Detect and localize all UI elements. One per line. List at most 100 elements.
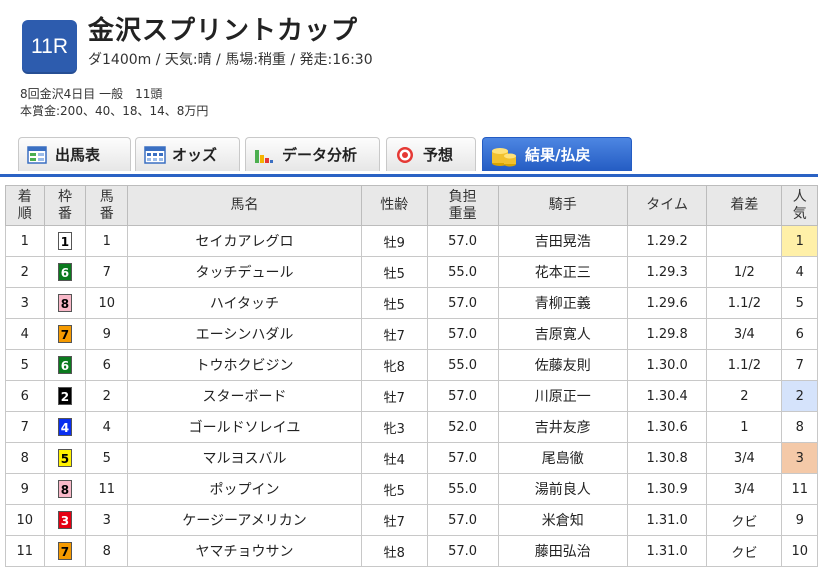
popularity-cell: 6 bbox=[781, 318, 818, 350]
horse-name-link[interactable]: ハイタッチ bbox=[127, 287, 362, 319]
umaban-cell: 1 bbox=[85, 225, 129, 257]
rank-cell: 1 bbox=[5, 225, 45, 257]
time-cell: 1.29.8 bbox=[626, 318, 708, 350]
waku-cell: 1 bbox=[43, 225, 87, 257]
waku-badge: 6 bbox=[57, 356, 72, 374]
weight-cell: 55.0 bbox=[426, 256, 499, 288]
waku-cell: 7 bbox=[43, 535, 87, 567]
tab-results-payouts[interactable]: 結果/払戻 bbox=[482, 137, 632, 171]
horse-name-link[interactable]: タッチデュール bbox=[127, 256, 362, 288]
rank-cell: 5 bbox=[5, 349, 45, 381]
time-cell: 1.29.2 bbox=[626, 225, 708, 257]
waku-cell: 8 bbox=[43, 473, 87, 505]
rank-cell: 11 bbox=[5, 535, 45, 567]
waku-badge: 2 bbox=[57, 387, 72, 405]
weight-cell: 52.0 bbox=[426, 411, 499, 443]
tab-entries[interactable]: 出馬表 bbox=[18, 137, 131, 171]
waku-cell: 4 bbox=[43, 411, 87, 443]
waku-cell: 8 bbox=[43, 287, 87, 319]
weight-cell: 55.0 bbox=[426, 473, 499, 505]
weight-cell: 57.0 bbox=[426, 380, 499, 412]
time-cell: 1.30.4 bbox=[626, 380, 708, 412]
horse-name-link[interactable]: ポップイン bbox=[127, 473, 362, 505]
table-row: 7 4 4 ゴールドソレイユ 牝3 52.0 吉井友彦 1.30.6 1 8 bbox=[5, 411, 818, 443]
table-row: 11 7 8 ヤマチョウサン 牡8 57.0 藤田弘治 1.31.0 クビ 10 bbox=[5, 535, 818, 567]
jockey-name-link[interactable]: 吉原寛人 bbox=[497, 318, 628, 350]
horse-name-link[interactable]: エーシンハダル bbox=[127, 318, 362, 350]
race-title: 金沢スプリントカップ bbox=[88, 16, 359, 46]
table-header-row: 着 順 枠 番 馬 番 馬名 性齢 負担 重量 騎手 タイム 着差 人 気 bbox=[5, 185, 818, 226]
popularity-cell: 8 bbox=[781, 411, 818, 443]
jockey-name-link[interactable]: 藤田弘治 bbox=[497, 535, 628, 567]
horse-name-link[interactable]: トウホクビジン bbox=[127, 349, 362, 381]
horse-name-link[interactable]: スターボード bbox=[127, 380, 362, 412]
popularity-cell: 1 bbox=[781, 225, 818, 257]
weight-cell: 57.0 bbox=[426, 287, 499, 319]
margin-cell: 1.1/2 bbox=[706, 349, 783, 381]
margin-cell: 1.1/2 bbox=[706, 287, 783, 319]
sexage-cell: 牡7 bbox=[360, 380, 428, 412]
tab-data-analysis[interactable]: データ分析 bbox=[245, 137, 380, 171]
horse-name-link[interactable]: マルヨスバル bbox=[127, 442, 362, 474]
table-row: 5 6 6 トウホクビジン 牝8 55.0 佐藤友則 1.30.0 1.1/2 7 bbox=[5, 349, 818, 381]
horse-name-link[interactable]: セイカアレグロ bbox=[127, 225, 362, 257]
header-weight: 負担 重量 bbox=[426, 185, 499, 226]
table-icon bbox=[27, 145, 47, 164]
horse-name-link[interactable]: ケージーアメリカン bbox=[127, 504, 362, 536]
jockey-name-link[interactable]: 花本正三 bbox=[497, 256, 628, 288]
umaban-cell: 7 bbox=[85, 256, 129, 288]
waku-cell: 5 bbox=[43, 442, 87, 474]
margin-cell: 3/4 bbox=[706, 473, 783, 505]
popularity-cell: 10 bbox=[781, 535, 818, 567]
header-waku: 枠 番 bbox=[43, 185, 87, 226]
header-umaban: 馬 番 bbox=[85, 185, 129, 226]
race-tabs: 出馬表 オッズ データ分析 予想 結果/払戻 bbox=[0, 137, 818, 177]
tab-label: 結果/払戻 bbox=[525, 146, 591, 164]
time-cell: 1.30.9 bbox=[626, 473, 708, 505]
weight-cell: 57.0 bbox=[426, 225, 499, 257]
tab-label: オッズ bbox=[172, 146, 218, 164]
bar-chart-icon bbox=[254, 146, 274, 164]
header-jockey: 騎手 bbox=[497, 185, 628, 226]
rank-cell: 9 bbox=[5, 473, 45, 505]
waku-badge: 7 bbox=[57, 542, 72, 560]
race-info: 8回金沢4日目 一般 11頭 本賞金:200、40、18、14、8万円 bbox=[20, 86, 208, 120]
sexage-cell: 牡9 bbox=[360, 225, 428, 257]
weight-cell: 57.0 bbox=[426, 535, 499, 567]
sexage-cell: 牡5 bbox=[360, 256, 428, 288]
table-row: 9 8 11 ポップイン 牝5 55.0 湯前良人 1.30.9 3/4 11 bbox=[5, 473, 818, 505]
race-number-badge: 11R bbox=[22, 20, 77, 74]
sexage-cell: 牝8 bbox=[360, 349, 428, 381]
umaban-cell: 5 bbox=[85, 442, 129, 474]
jockey-name-link[interactable]: 川原正一 bbox=[497, 380, 628, 412]
jockey-name-link[interactable]: 米倉知 bbox=[497, 504, 628, 536]
race-meeting-info: 8回金沢4日目 一般 11頭 bbox=[20, 87, 163, 101]
time-cell: 1.30.6 bbox=[626, 411, 708, 443]
horse-name-link[interactable]: ヤマチョウサン bbox=[127, 535, 362, 567]
margin-cell: 2 bbox=[706, 380, 783, 412]
waku-badge: 5 bbox=[57, 449, 72, 467]
umaban-cell: 4 bbox=[85, 411, 129, 443]
popularity-cell: 3 bbox=[781, 442, 818, 474]
rank-cell: 10 bbox=[5, 504, 45, 536]
jockey-name-link[interactable]: 湯前良人 bbox=[497, 473, 628, 505]
jockey-name-link[interactable]: 吉田晃浩 bbox=[497, 225, 628, 257]
jockey-name-link[interactable]: 尾島徹 bbox=[497, 442, 628, 474]
tab-odds[interactable]: オッズ bbox=[135, 137, 240, 171]
rank-cell: 8 bbox=[5, 442, 45, 474]
margin-cell: 3/4 bbox=[706, 318, 783, 350]
waku-badge: 3 bbox=[57, 511, 72, 529]
jockey-name-link[interactable]: 吉井友彦 bbox=[497, 411, 628, 443]
horse-name-link[interactable]: ゴールドソレイユ bbox=[127, 411, 362, 443]
time-cell: 1.30.0 bbox=[626, 349, 708, 381]
jockey-name-link[interactable]: 青柳正義 bbox=[497, 287, 628, 319]
popularity-cell: 5 bbox=[781, 287, 818, 319]
table-row: 10 3 3 ケージーアメリカン 牡7 57.0 米倉知 1.31.0 クビ 9 bbox=[5, 504, 818, 536]
table-row: 2 6 7 タッチデュール 牡5 55.0 花本正三 1.29.3 1/2 4 bbox=[5, 256, 818, 288]
sexage-cell: 牡5 bbox=[360, 287, 428, 319]
table-row: 4 7 9 エーシンハダル 牡7 57.0 吉原寛人 1.29.8 3/4 6 bbox=[5, 318, 818, 350]
tab-prediction[interactable]: 予想 bbox=[386, 137, 476, 171]
tab-label: データ分析 bbox=[282, 146, 358, 164]
waku-cell: 6 bbox=[43, 256, 87, 288]
jockey-name-link[interactable]: 佐藤友則 bbox=[497, 349, 628, 381]
